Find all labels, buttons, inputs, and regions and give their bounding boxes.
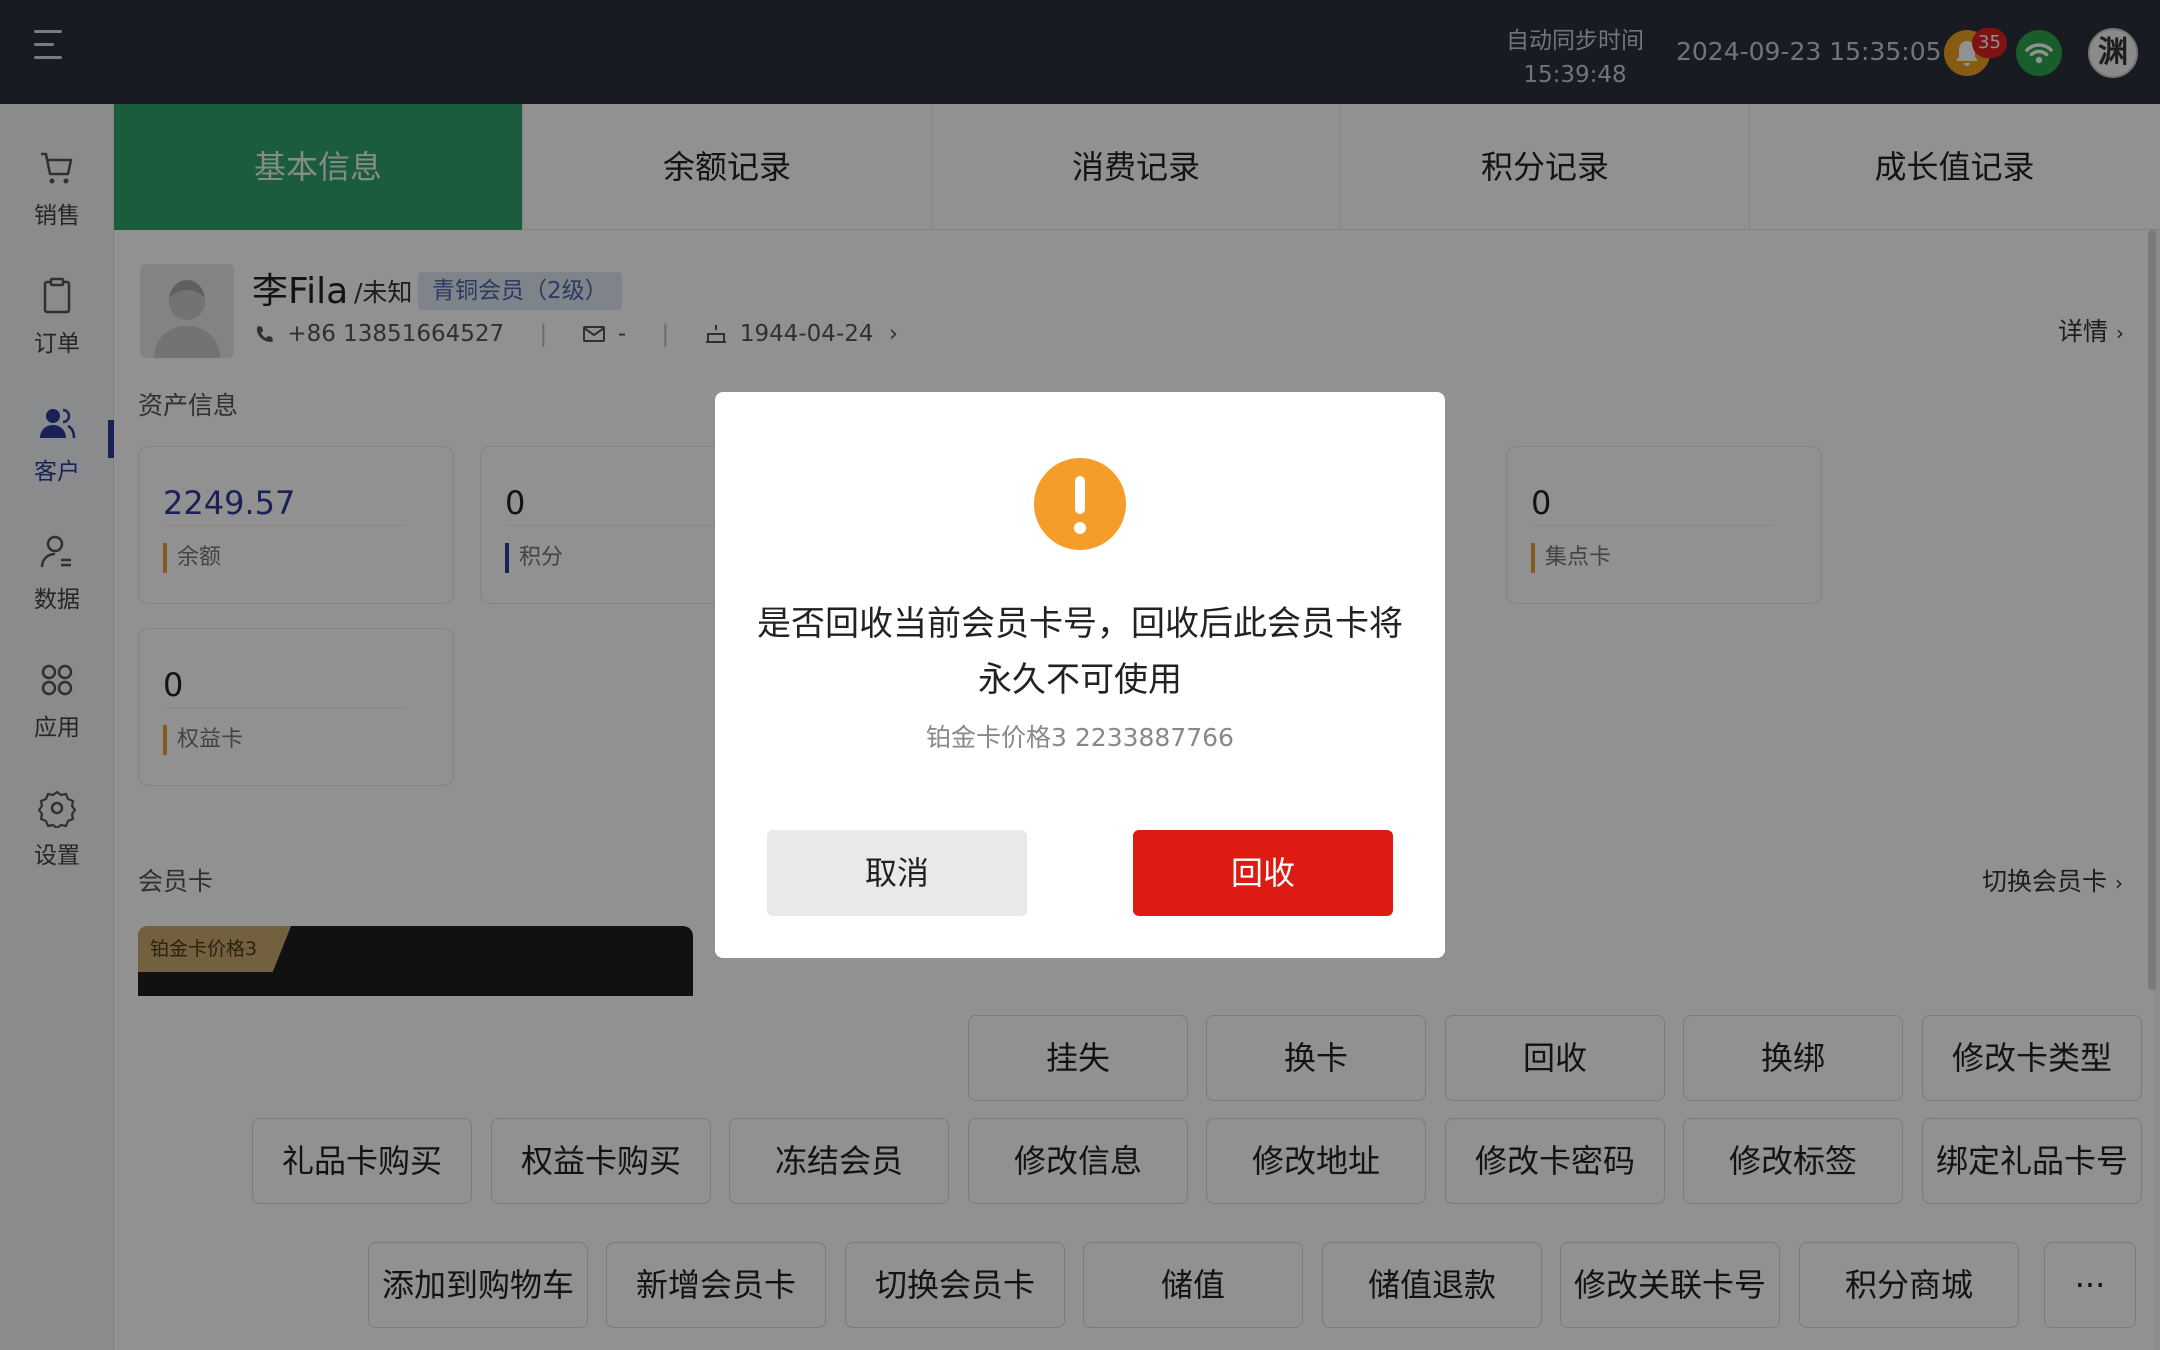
- recycle-confirm-dialog: 是否回收当前会员卡号，回收后此会员卡将 永久不可使用 铂金卡价格3 223388…: [715, 392, 1445, 958]
- confirm-recycle-button[interactable]: 回收: [1133, 830, 1393, 916]
- cancel-button[interactable]: 取消: [767, 830, 1027, 916]
- dialog-message: 是否回收当前会员卡号，回收后此会员卡将 永久不可使用: [757, 604, 1403, 700]
- warning-icon: [1034, 458, 1126, 550]
- dialog-card-info: 铂金卡价格3 2233887766: [926, 723, 1234, 752]
